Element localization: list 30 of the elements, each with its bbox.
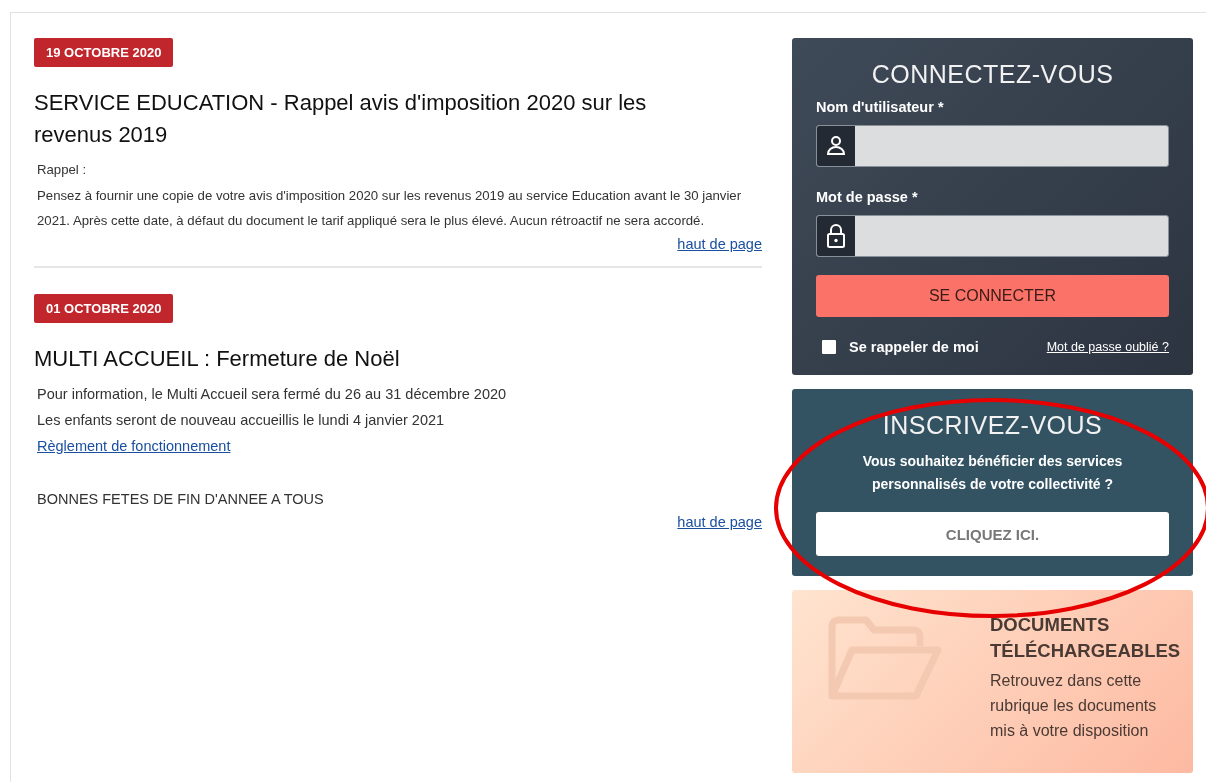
login-button[interactable]: SE CONNECTER <box>816 275 1169 317</box>
article-text: Pensez à fournir une copie de votre avis d'imposition 2020 sur les revenus 2019 au service Education avant le 30 janvier 2021. Après cette date, à défaut du document le tarif appliqué sera le plus élevé. Aucun rétroactif ne sera accordé. <box>36 186 743 230</box>
date-badge: 19 OCTOBRE 2020 <box>34 38 174 67</box>
article-title: MULTI ACCUEIL : Fermeture de Noël <box>34 344 401 373</box>
register-text: Vous souhaitez bénéficier des services personnalisés de votre collectivité ? <box>861 452 1124 494</box>
password-field[interactable] <box>816 215 1169 257</box>
password-label: Mot de passe * <box>816 189 919 205</box>
article-text: Les enfants seront de nouveau accueillis le lundi 4 janvier 2021 <box>36 410 446 430</box>
user-icon <box>826 135 846 157</box>
documents-title: DOCUMENTS TÉLÉCHARGEABLES <box>990 613 1181 663</box>
register-button[interactable]: CLIQUEZ ICI. <box>816 512 1169 556</box>
folder-icon <box>826 616 944 702</box>
article-text: Pour information, le Multi Accueil sera fermé du 26 au 31 décembre 2020 <box>36 384 508 404</box>
forgot-password-link[interactable]: Mot de passe oublié ? <box>1046 340 1169 354</box>
back-to-top-link[interactable]: haut de page <box>677 235 762 252</box>
login-title: CONNECTEZ-VOUS <box>870 60 1115 89</box>
remember-checkbox[interactable] <box>822 340 836 354</box>
documents-text: Retrouvez dans cette rubrique les documents mis à votre disposition <box>990 671 1158 741</box>
article-text: Rappel : <box>36 161 88 179</box>
username-label: Nom d'utilisateur * <box>816 99 945 115</box>
document-link[interactable]: Règlement de fonctionnement <box>37 437 231 454</box>
article-text: BONNES FETES DE FIN D'ANNEE A TOUS <box>36 489 325 509</box>
back-to-top-link[interactable]: haut de page <box>677 513 762 530</box>
username-field[interactable] <box>816 125 1169 167</box>
remember-label: Se rappeler de moi <box>849 339 980 355</box>
documents-panel[interactable]: DOCUMENTS TÉLÉCHARGEABLES Retrouvez dans cette rubrique les documents mis à votre disposition <box>792 590 1193 773</box>
lock-icon <box>826 223 846 249</box>
article-title: SERVICE EDUCATION - Rappel avis d'imposition 2020 sur les revenus 2019 <box>34 89 648 149</box>
register-title: INSCRIVEZ-VOUS <box>881 411 1104 440</box>
date-badge: 01 OCTOBRE 2020 <box>34 293 174 323</box>
